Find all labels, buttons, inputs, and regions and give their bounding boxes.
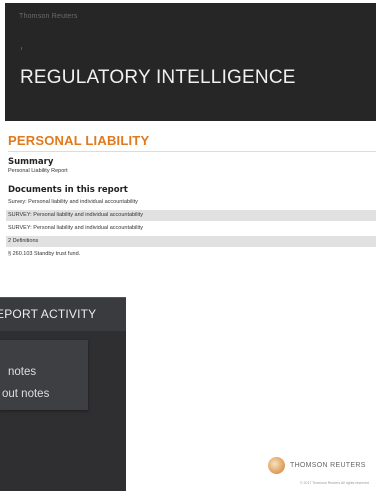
document-row[interactable]: SURVEY: Personal liability and individua… [6, 223, 376, 234]
hero-divider [21, 47, 22, 50]
report-activity-title: EPORT ACTIVITY [0, 307, 97, 321]
report-hero-banner: Thomson Reuters REGULATORY INTELLIGENCE [5, 3, 376, 121]
brand-logo: THOMSON REUTERS [268, 457, 366, 474]
summary-heading: Summary [8, 157, 54, 167]
export-menu: notes out notes [0, 340, 88, 410]
hero-kicker: Thomson Reuters [19, 13, 78, 20]
brand-name: THOMSON REUTERS [290, 462, 366, 469]
document-row[interactable]: SURVEY: Personal liability and individua… [6, 210, 376, 221]
document-title: SURVEY: Personal liability and individua… [8, 212, 144, 218]
document-row[interactable]: 2 Definitions [6, 236, 376, 247]
document-title: Survey: Personal liability and individua… [8, 199, 138, 205]
document-title: 2 Definitions [8, 238, 39, 244]
documents-heading: Documents in this report [8, 185, 128, 195]
document-title: SURVEY: Personal liability and individua… [8, 225, 144, 231]
section-divider [8, 151, 376, 152]
document-row[interactable]: § 260.103 Standby trust fund. [6, 249, 376, 260]
documents-list: Survey: Personal liability and individua… [6, 197, 376, 262]
report-activity-header[interactable]: EPORT ACTIVITY [0, 298, 126, 331]
menu-item-without-notes[interactable]: out notes [0, 384, 88, 404]
menu-item-label: out notes [2, 388, 50, 400]
summary-text: Personal Liability Report [8, 168, 68, 174]
document-title: § 260.103 Standby trust fund. [8, 251, 81, 257]
copyright-note: © 2017 Thomson Reuters All rights reserv… [300, 481, 369, 485]
menu-item-label: notes [8, 366, 37, 378]
report-activity-panel: EPORT ACTIVITY notes out notes [0, 297, 126, 491]
section-title: PERSONAL LIABILITY [8, 133, 150, 148]
document-row[interactable]: Survey: Personal liability and individua… [6, 197, 376, 208]
menu-item-with-notes[interactable]: notes [0, 362, 88, 382]
report-title: REGULATORY INTELLIGENCE [20, 67, 296, 88]
thomson-reuters-logo-icon [268, 457, 285, 474]
